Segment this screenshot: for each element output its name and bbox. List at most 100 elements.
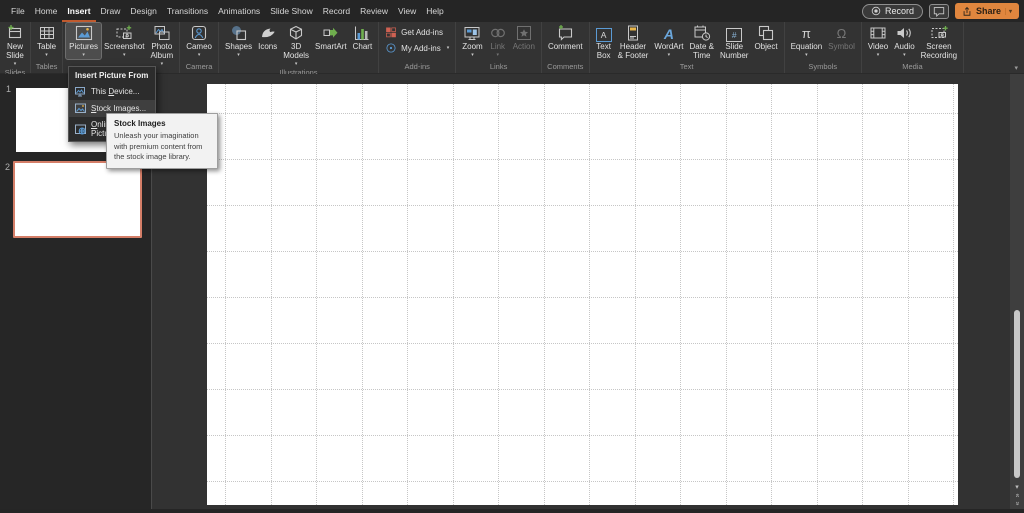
header-footer-icon <box>624 24 642 42</box>
group-label-camera: Camera <box>186 62 213 73</box>
next-slide-icon[interactable]: » <box>1014 502 1021 506</box>
comments-titlebar-button[interactable] <box>929 4 949 19</box>
link-icon <box>489 24 507 42</box>
menu-tab-transitions[interactable]: Transitions <box>162 0 213 22</box>
menu-tab-design[interactable]: Design <box>125 0 161 22</box>
header-footer-button[interactable]: Header & Footer <box>615 23 652 62</box>
link-caret-icon: ▾ <box>496 53 499 58</box>
previous-slide-icon[interactable]: « <box>1014 494 1021 498</box>
group-label-links: Links <box>490 62 508 73</box>
menu-tab-insert[interactable]: Insert <box>62 0 95 22</box>
smartart-icon <box>322 24 340 42</box>
menu-tab-draw[interactable]: Draw <box>96 0 126 22</box>
slide-grid-line <box>407 84 408 505</box>
stock-images-icon <box>75 103 86 114</box>
comment-button[interactable]: Comment <box>545 23 586 53</box>
slide-grid-line <box>544 84 545 505</box>
slide-grid-line <box>207 159 958 160</box>
menu-tab-view[interactable]: View <box>393 0 421 22</box>
cameo-caret-icon: ▾ <box>198 53 201 58</box>
pi-icon: π <box>802 24 811 42</box>
menu-tab-review[interactable]: Review <box>355 0 393 22</box>
ribbon-group-tables: Table ▾ Tables <box>31 22 63 73</box>
shapes-button[interactable]: Shapes ▾ <box>222 23 255 59</box>
menu-tab-help[interactable]: Help <box>421 0 448 22</box>
text-box-label: Text Box <box>596 43 611 61</box>
share-caret-icon[interactable]: ▾ <box>1005 8 1012 15</box>
3d-models-button[interactable]: 3D Models ▾ <box>280 23 312 68</box>
menu-tab-slide-show[interactable]: Slide Show <box>265 0 318 22</box>
pictures-button[interactable]: Pictures ▾ <box>66 23 101 59</box>
chart-button[interactable]: Chart <box>350 23 376 53</box>
slide-grid-line <box>953 84 954 505</box>
date-time-button[interactable]: Date & Time <box>687 23 717 62</box>
slide-grid-line <box>908 84 909 505</box>
equation-button[interactable]: π Equation ▾ <box>788 23 826 59</box>
tooltip-body: Unleash your imagination with premium co… <box>114 131 210 163</box>
scroll-down-icon[interactable]: ▾ <box>1015 484 1019 491</box>
menu-tab-home[interactable]: Home <box>30 0 63 22</box>
get-addins-button[interactable]: Get Add-ins <box>382 25 446 39</box>
text-box-button[interactable]: A Text Box <box>593 23 615 62</box>
menu-tab-animations[interactable]: Animations <box>213 0 265 22</box>
slide-1-number: 1 <box>6 84 11 94</box>
new-slide-button[interactable]: New Slide ▾ <box>3 23 27 68</box>
wordart-label: WordArt <box>654 43 683 52</box>
slide-grid-line <box>207 205 958 206</box>
photo-album-icon <box>153 24 171 42</box>
3d-models-label: 3D Models <box>283 43 309 61</box>
equation-label: Equation <box>791 43 823 52</box>
slide-2-thumbnail[interactable] <box>13 161 142 238</box>
screenshot-caret-icon: ▾ <box>123 53 126 58</box>
slide-number-button[interactable]: # Slide Number <box>717 23 751 62</box>
video-caret-icon: ▾ <box>877 53 880 58</box>
smartart-label: SmartArt <box>315 43 347 52</box>
ribbon-group-links: Zoom ▾ Link ▾ Action Links <box>456 22 542 73</box>
object-label: Object <box>754 43 777 52</box>
object-icon <box>757 24 775 42</box>
slide-canvas-area <box>153 74 1010 509</box>
record-button[interactable]: Record <box>862 4 923 19</box>
zoom-button[interactable]: Zoom ▾ <box>459 23 485 59</box>
store-icon <box>385 26 397 38</box>
object-button[interactable]: Object <box>751 23 780 53</box>
group-label-tables: Tables <box>36 62 58 73</box>
menu-item-this-device[interactable]: This Device... <box>69 83 155 100</box>
smartart-button[interactable]: SmartArt <box>312 23 350 53</box>
scrollbar-thumb[interactable] <box>1014 310 1020 478</box>
symbol-label: Symbol <box>828 43 855 52</box>
menu-tab-record[interactable]: Record <box>318 0 355 22</box>
powerpoint-app: { "titlebar": { "menu": ["File","Home","… <box>0 0 1024 513</box>
share-button[interactable]: Share ▾ <box>955 3 1019 19</box>
ribbon-group-slides: New Slide ▾ Slides <box>0 22 31 73</box>
wordart-icon: A <box>664 24 674 42</box>
my-addins-button[interactable]: My Add-ins ▾ <box>382 41 452 55</box>
video-button[interactable]: Video ▾ <box>865 23 891 59</box>
screen-recording-button[interactable]: Screen Recording <box>918 23 960 62</box>
slide-grid-line <box>207 113 958 114</box>
audio-button[interactable]: Audio ▾ <box>891 23 917 59</box>
link-button: Link ▾ <box>486 23 510 59</box>
zoom-caret-icon: ▾ <box>471 53 474 58</box>
menu-tab-file[interactable]: File <box>6 0 30 22</box>
slide-grid-line <box>862 84 863 505</box>
wordart-button[interactable]: A WordArt ▾ <box>651 23 686 59</box>
screenshot-button[interactable]: Screenshot ▾ <box>101 23 147 59</box>
pictures-label: Pictures <box>69 43 98 52</box>
video-icon <box>869 24 887 42</box>
get-addins-label: Get Add-ins <box>401 28 443 37</box>
vertical-scrollbar[interactable]: ▾ « » <box>1010 74 1024 509</box>
table-button[interactable]: Table ▾ <box>34 23 59 59</box>
3d-models-caret-icon: ▾ <box>295 62 298 67</box>
photo-album-button[interactable]: Photo Album ▾ <box>148 23 177 68</box>
stock-images-label: Stock Images... <box>91 104 146 113</box>
cameo-button[interactable]: Cameo ▾ <box>183 23 215 59</box>
cameo-label: Cameo <box>186 43 212 52</box>
icons-button[interactable]: Icons <box>255 23 280 53</box>
collapse-ribbon-icon[interactable]: ▾ <box>1014 64 1018 72</box>
share-button-label: Share <box>976 6 1001 16</box>
slide-grid-line <box>207 251 958 252</box>
slide-grid-line <box>316 84 317 505</box>
slide[interactable] <box>207 84 958 505</box>
action-label: Action <box>513 43 535 52</box>
